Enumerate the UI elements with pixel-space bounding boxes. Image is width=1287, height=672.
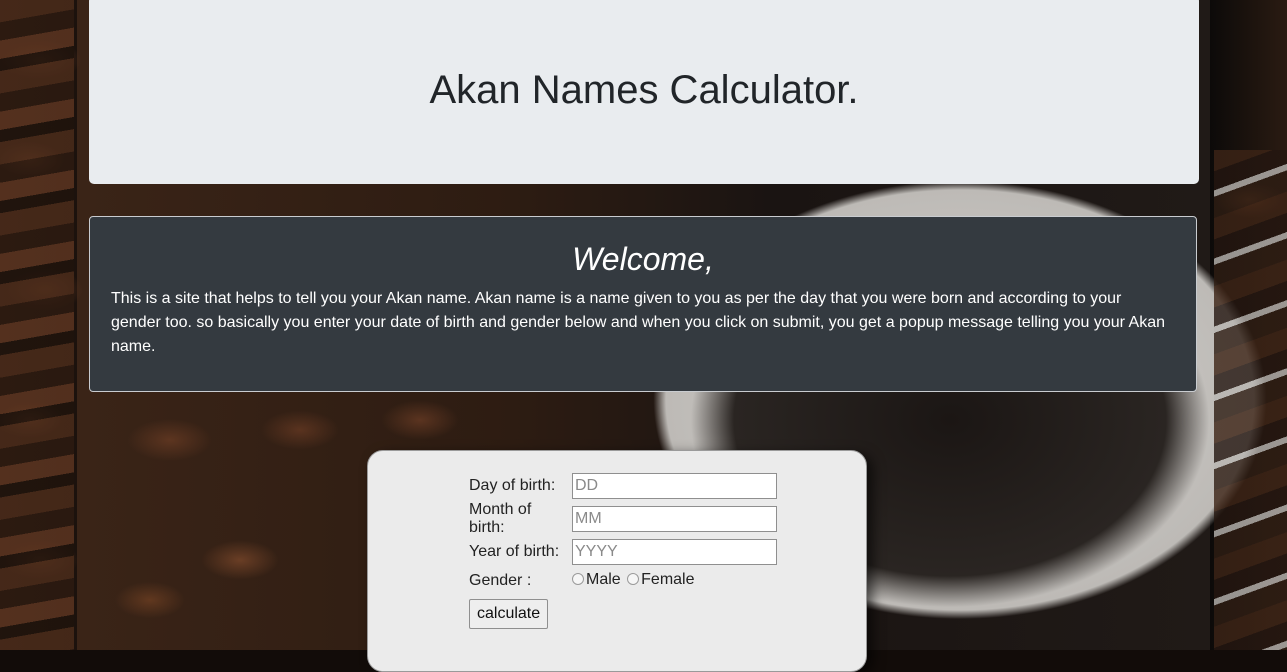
submit-row: calculate <box>467 593 779 629</box>
welcome-text: This is a site that helps to tell you yo… <box>111 290 1165 355</box>
day-row: Day of birth: <box>467 473 779 499</box>
month-label: Month of birth: <box>469 501 532 536</box>
gender-row: Gender : Male Female <box>467 567 779 591</box>
year-input[interactable] <box>572 539 777 565</box>
gender-option-female[interactable]: Female <box>627 571 695 589</box>
gender-label: Gender : <box>469 572 532 589</box>
calculate-button[interactable]: calculate <box>469 599 549 629</box>
day-label: Day of birth: <box>469 477 556 494</box>
female-label: Female <box>641 571 695 588</box>
gender-option-male[interactable]: Male <box>572 571 621 589</box>
day-input[interactable] <box>572 473 777 499</box>
header-banner: Akan Names Calculator. <box>89 0 1199 184</box>
month-row: Month of birth: <box>467 501 779 537</box>
welcome-panel: Welcome, This is a site that helps to te… <box>89 216 1197 392</box>
year-row: Year of birth: <box>467 539 779 565</box>
female-radio[interactable] <box>627 573 640 585</box>
male-radio[interactable] <box>572 573 584 585</box>
page-title: Akan Names Calculator. <box>429 67 859 112</box>
male-label: Male <box>586 571 621 588</box>
akan-form: Day of birth: Month of birth: Year of bi… <box>367 450 867 672</box>
welcome-heading: Welcome, <box>572 241 714 277</box>
form-table: Day of birth: Month of birth: Year of bi… <box>467 471 779 631</box>
year-label: Year of birth: <box>469 543 560 560</box>
month-input[interactable] <box>572 506 777 532</box>
